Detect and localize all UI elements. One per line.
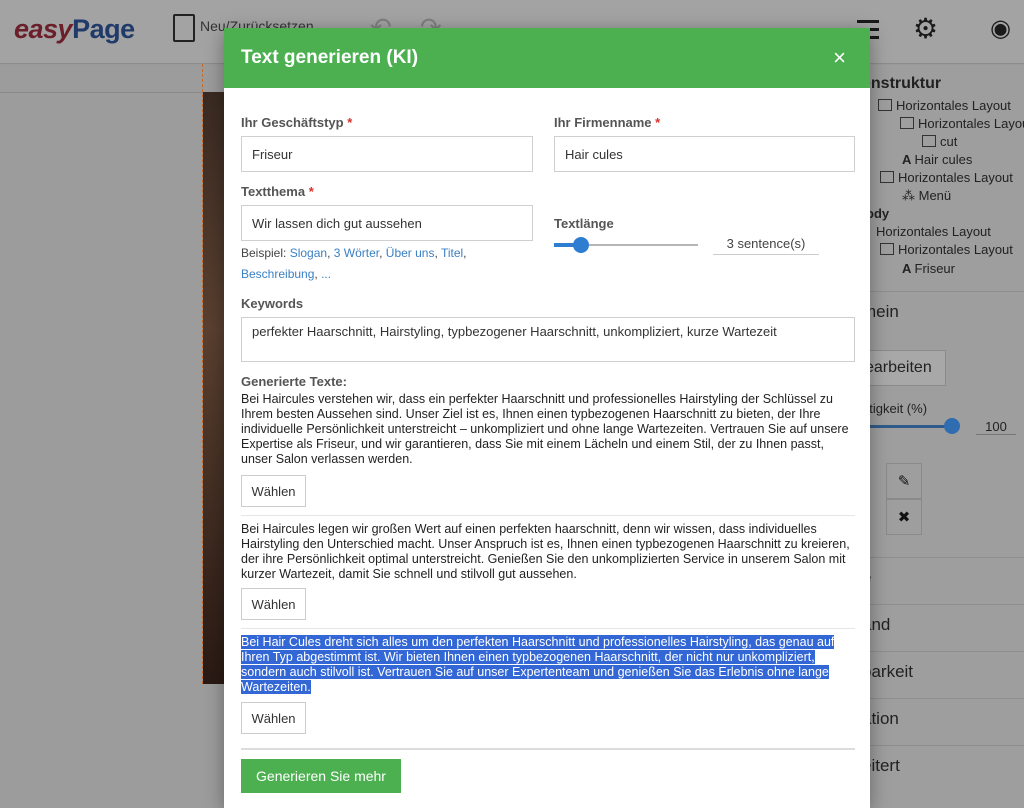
- generated-divider: [241, 628, 855, 629]
- dialog-title: Text generieren (KI): [241, 47, 419, 68]
- text-length-value[interactable]: 3 sentence(s): [713, 236, 819, 255]
- examples-hint: Beispiel: Slogan, 3 Wörter, Über uns, Ti…: [241, 246, 467, 281]
- business-type-label: Ihr Geschäftstyp *: [241, 115, 353, 130]
- choose-button-2[interactable]: Wählen: [241, 588, 306, 620]
- required-marker: *: [347, 115, 353, 130]
- text-length-slider-knob[interactable]: [573, 237, 589, 253]
- choose-button-1[interactable]: Wählen: [241, 475, 306, 507]
- generate-text-dialog: Text generieren (KI) × Ihr Geschäftstyp …: [224, 28, 870, 808]
- required-marker: *: [308, 184, 314, 199]
- generated-text-1: Bei Haircules verstehen wir, dass ein pe…: [241, 392, 849, 466]
- example-link-more[interactable]: ...: [321, 267, 331, 281]
- text-length-label: Textlänge: [554, 216, 614, 231]
- keywords-label: Keywords: [241, 296, 304, 311]
- footer-divider: [241, 748, 855, 750]
- example-link-about-us[interactable]: Über uns: [386, 246, 435, 260]
- example-link-3-words[interactable]: 3 Wörter: [334, 246, 379, 260]
- company-name-label: Ihr Firmenname *: [554, 115, 661, 130]
- topic-label: Textthema *: [241, 184, 314, 199]
- generated-divider: [241, 515, 855, 516]
- example-link-slogan[interactable]: Slogan: [290, 246, 327, 260]
- topic-input[interactable]: [241, 205, 533, 241]
- generate-more-button[interactable]: Generieren Sie mehr: [241, 759, 401, 793]
- generated-texts-title: Generierte Texte:: [241, 374, 347, 389]
- generated-text-2: Bei Haircules legen wir großen Wert auf …: [241, 522, 850, 581]
- generated-text-3-selected: Bei Hair Cules dreht sich alles um den p…: [241, 635, 835, 694]
- keywords-input[interactable]: perfekter Haarschnitt, Hairstyling, typb…: [241, 317, 855, 362]
- close-icon[interactable]: ×: [833, 45, 846, 71]
- choose-button-3[interactable]: Wählen: [241, 702, 306, 734]
- required-marker: *: [655, 115, 661, 130]
- example-link-title[interactable]: Titel: [441, 246, 463, 260]
- business-type-input[interactable]: [241, 136, 533, 172]
- dialog-header: Text generieren (KI) ×: [224, 28, 870, 88]
- example-link-description[interactable]: Beschreibung: [241, 267, 314, 281]
- company-name-input[interactable]: [554, 136, 855, 172]
